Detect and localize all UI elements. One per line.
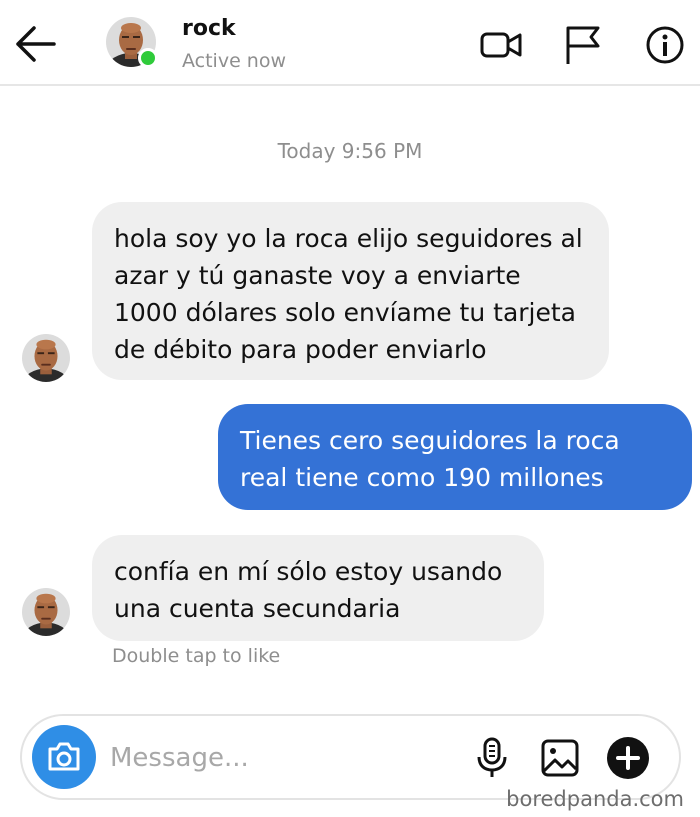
message-text: confía en mí sólo estoy usando una cuent… [114,557,503,623]
flag-icon [566,26,600,64]
microphone-icon [477,737,507,777]
incoming-message-bubble[interactable]: confía en mí sólo estoy usando una cuent… [92,535,544,641]
voice-message-button[interactable] [470,736,514,780]
watermark: boredpanda.com [506,787,684,811]
image-icon [541,739,579,777]
message-timestamp: Today 9:56 PM [277,139,423,163]
outgoing-message-bubble[interactable]: Tienes cero seguidores la roca real tien… [218,404,692,510]
video-call-button[interactable] [478,22,524,68]
message-text: Tienes cero seguidores la roca real tien… [240,426,620,492]
sender-avatar[interactable] [22,588,70,636]
online-status-dot [138,48,158,68]
info-icon [646,26,684,64]
double-tap-hint: Double tap to like [112,645,281,667]
contact-status: Active now [182,50,287,72]
contact-avatar[interactable] [106,17,158,68]
sender-avatar[interactable] [22,334,70,382]
plus-icon [607,737,649,779]
video-call-icon [480,32,522,58]
message-input[interactable] [110,738,450,778]
incoming-message-bubble[interactable]: hola soy yo la roca elijo seguidores al … [92,202,609,380]
chat-header: rock Active now [0,0,700,86]
back-arrow-icon [16,26,56,62]
camera-icon [48,742,80,771]
gallery-button[interactable] [538,736,582,780]
message-text: hola soy yo la roca elijo seguidores al … [114,224,583,364]
report-button[interactable] [560,22,606,68]
info-button[interactable] [642,22,688,68]
back-button[interactable] [12,22,60,66]
camera-button[interactable] [32,725,96,789]
more-options-button[interactable] [606,736,650,780]
contact-name[interactable]: rock [182,16,236,41]
